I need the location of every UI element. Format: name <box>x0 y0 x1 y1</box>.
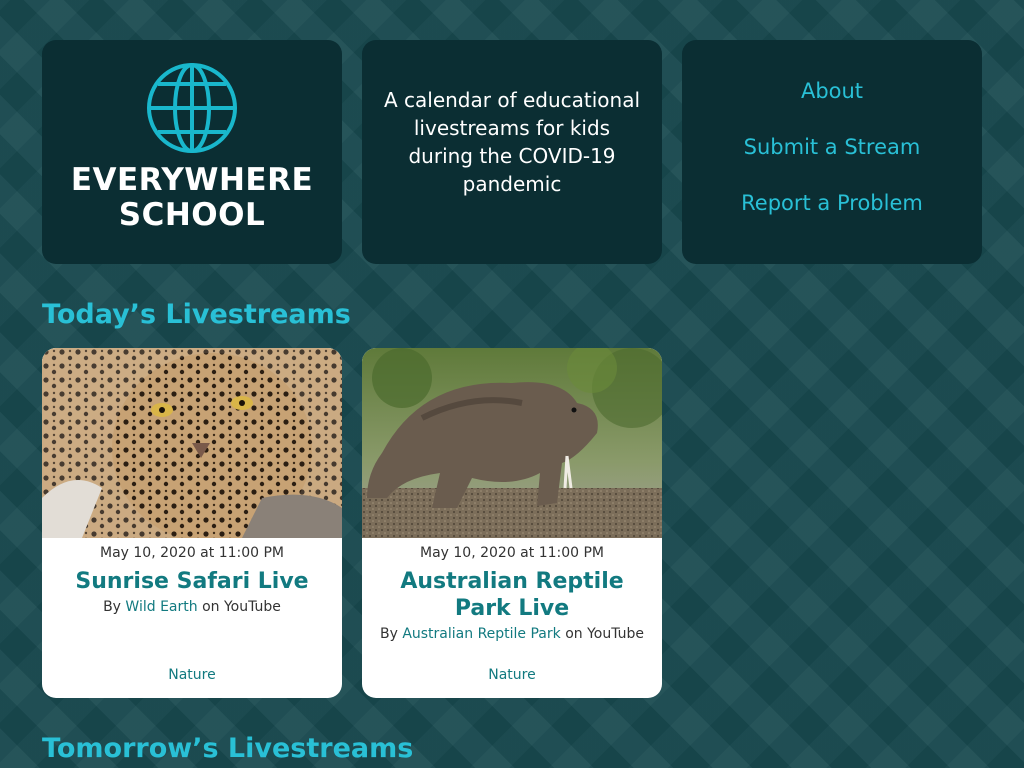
livestream-card[interactable]: May 10, 2020 at 11:00 PM Sunrise Safari … <box>42 348 342 698</box>
globe-icon <box>147 63 237 153</box>
byline-platform: on YouTube <box>202 599 281 615</box>
category-tag[interactable]: Nature <box>362 667 662 683</box>
byline-prefix: By <box>379 626 398 642</box>
stream-source-link[interactable]: Australian Reptile Park <box>402 626 560 642</box>
brand-name-line2: SCHOOL <box>118 197 266 233</box>
leopard-photo <box>42 348 342 538</box>
section-title-tomorrow: Tomorrow’s Livestreams <box>42 733 414 764</box>
livestream-card[interactable]: May 10, 2020 at 11:00 PM Australian Rept… <box>362 348 662 698</box>
stream-source-link[interactable]: Wild Earth <box>125 599 197 615</box>
brand-name-line1: EVERYWHERE <box>70 162 314 198</box>
stream-title[interactable]: Australian Reptile Park Live <box>372 568 652 622</box>
section-title-today: Today’s Livestreams <box>42 299 351 330</box>
stream-date: May 10, 2020 at 11:00 PM <box>419 545 605 561</box>
nav-link-about[interactable]: About <box>682 77 982 105</box>
stream-byline: By Australian Reptile Park on YouTube <box>362 626 662 642</box>
category-tag[interactable]: Nature <box>42 667 342 683</box>
stream-byline: By Wild Earth on YouTube <box>42 599 342 615</box>
tagline-panel: A calendar of educational livestreams fo… <box>362 40 662 264</box>
nav-link-submit-stream[interactable]: Submit a Stream <box>682 133 982 161</box>
byline-prefix: By <box>103 599 121 615</box>
logo-panel[interactable]: EVERYWHERE SCHOOL <box>42 40 342 264</box>
nav-panel: About Submit a Stream Report a Problem <box>682 40 982 264</box>
nav-link-report-problem[interactable]: Report a Problem <box>682 189 982 217</box>
byline-platform: on YouTube <box>565 626 645 642</box>
stream-date: May 10, 2020 at 11:00 PM <box>99 545 285 561</box>
komodo-dragon-photo <box>362 348 662 538</box>
site-tagline: A calendar of educational livestreams fo… <box>383 88 641 196</box>
stream-title[interactable]: Sunrise Safari Live <box>52 568 332 595</box>
